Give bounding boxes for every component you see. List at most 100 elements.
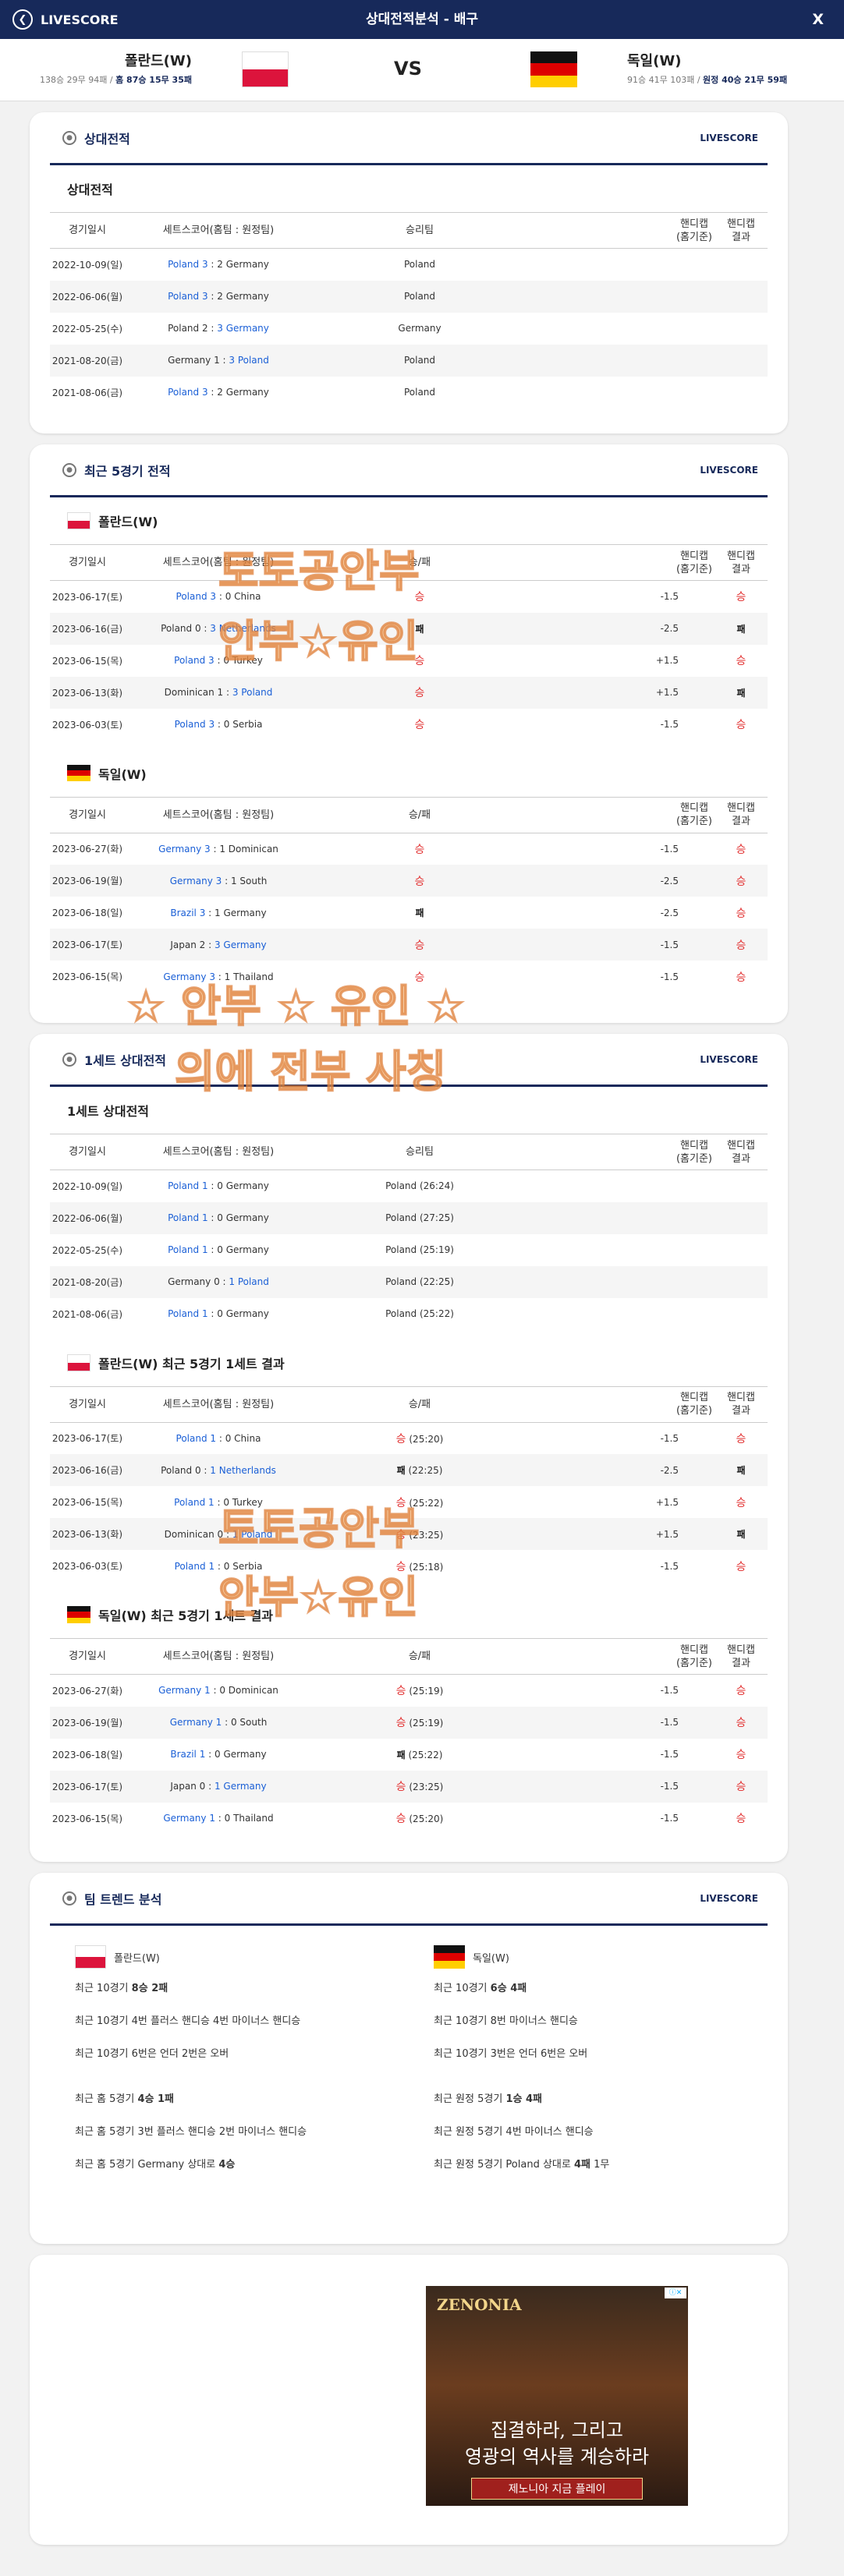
score-cell: Germany 1 : 0 Dominican — [158, 1685, 278, 1697]
trend-line: 최근 홈 5경기 3번 플러스 핸디승 2번 마이너스 핸디승 — [75, 2126, 307, 2138]
score-cell: Brazil 1 : 0 Germany — [170, 1749, 267, 1760]
win-mark: 승 — [414, 875, 425, 888]
top-bar: ❮ LIVESCORE 상대전적분석 - 배구 X — [0, 0, 844, 39]
loss-mark: 패 — [736, 1465, 746, 1476]
win-mark: 승 — [736, 655, 746, 667]
date-cell: 2022-10-09(일) — [51, 1180, 123, 1192]
table-row: 2023-06-17(토) Poland 3 : 0 China 승 -1.5 승 — [50, 581, 768, 613]
date-cell: 2021-08-06(금) — [51, 1308, 123, 1320]
section-title: 상대전적 — [67, 182, 113, 197]
date-cell: 2022-06-06(월) — [50, 1201, 125, 1234]
handicap-result-cell: 승 — [715, 1675, 768, 1707]
ad-banner[interactable]: ZENONIA ⓘ✕ 집결하라, 그리고 영광의 역사를 계승하라 제노니아 지금… — [426, 2286, 688, 2506]
date-cell: 2023-06-13(화) — [50, 676, 125, 709]
handicap-result-cell: 승 — [715, 581, 768, 613]
table-header: 경기일시 세트스코어(홈팀 : 원정팀) 승리팀 핸디캡(홈기준) 핸디캡 결과 — [50, 1134, 768, 1170]
score-cell: Poland 1 : 0 Turkey — [174, 1496, 263, 1508]
win-mark: 승 — [736, 719, 746, 731]
home-team-name: 폴란드(W) — [125, 53, 192, 69]
score-cell: Poland 3 : 2 Germany — [168, 387, 269, 398]
col-score: 세트스코어(홈팀 : 원정팀) — [125, 212, 312, 249]
col-date: 경기일시 — [50, 212, 125, 249]
away-team-record: 91승 41무 103패 / 원정 40승 21무 59패 — [627, 75, 788, 85]
win-mark: 승 — [736, 1781, 746, 1793]
result-cell: 승 — [312, 961, 527, 993]
handicap-cell — [527, 249, 715, 281]
handicap-result-cell — [715, 1170, 768, 1202]
handicap-result-cell: 승 — [715, 961, 768, 993]
win-mark: 승 — [736, 907, 746, 920]
handicap-result-cell: 승 — [715, 1739, 768, 1771]
date-cell: 2021-08-20(금) — [50, 1265, 125, 1298]
loss-mark: 패 — [415, 908, 424, 918]
result-cell: 승 — [312, 645, 527, 677]
win-mark: 승 — [395, 1781, 406, 1793]
score-cell: Japan 0 : 1 Germany — [125, 1770, 312, 1803]
handicap-cell: -1.5 — [527, 1770, 715, 1803]
score-cell: Poland 1 : 0 China — [176, 1432, 261, 1444]
result-cell: 승 (23:25) — [312, 1518, 527, 1550]
score-cell: Poland 1 : 0 Germany — [168, 1308, 269, 1319]
germany-flag-icon — [434, 1945, 465, 1969]
handicap-cell: -2.5 — [527, 865, 715, 897]
handicap-result-cell — [715, 1234, 768, 1266]
trend-columns: 폴란드(W) 최근 10경기 8승 2패 최근 10경기 4번 플러스 핸디승 4… — [50, 1926, 768, 2202]
handicap-cell: -1.5 — [527, 1706, 715, 1739]
handicap-result-cell: 승 — [715, 1706, 768, 1739]
handicap-cell — [527, 1234, 715, 1266]
handicap-result-cell — [715, 249, 768, 281]
section-title-away: 독일(W) 최근 5경기 1세트 결과 — [50, 1591, 768, 1638]
card-title: 상대전적 — [84, 131, 130, 147]
table-row: 2023-06-27(화) Germany 1 : 0 Dominican 승 (2… — [50, 1675, 768, 1707]
ad-close-icon[interactable]: ⓘ✕ — [665, 2288, 686, 2298]
handicap-result-cell: 패 — [715, 1518, 768, 1550]
trend-line: 최근 홈 5경기 4승 1패 — [75, 2093, 175, 2105]
result-cell: 패 — [312, 612, 527, 645]
result-cell: 승 (25:20) — [395, 1813, 444, 1825]
handicap-cell: -2.5 — [660, 907, 679, 918]
recent-home-table: 경기일시 세트스코어(홈팀 : 원정팀) 승/패 핸디캡(홈기준) 핸디캡 결과… — [50, 544, 768, 741]
win-mark: 승 — [414, 971, 425, 984]
table-row: 2023-06-16(금) Poland 0 : 3 Netherlands 패 -2… — [50, 612, 768, 645]
win-mark: 승 — [395, 1432, 406, 1445]
date-cell: 2023-06-19(월) — [50, 865, 125, 897]
winner-cell: Poland — [312, 344, 527, 377]
table-row: 2023-06-15(목) Germany 1 : 0 Thailand 승 (25… — [50, 1803, 768, 1835]
result-cell: 승 (25:22) — [395, 1496, 444, 1509]
date-cell: 2023-06-03(토) — [51, 1561, 123, 1572]
date-cell: 2023-06-17(토) — [51, 1433, 123, 1445]
table-row: 2021-08-06(금) Poland 3 : 2 Germany Poland — [50, 377, 768, 409]
win-mark: 승 — [736, 1560, 746, 1573]
winner-cell: Germany — [398, 323, 442, 334]
card-title: 1세트 상대전적 — [84, 1053, 167, 1068]
result-cell: 승 — [312, 676, 527, 709]
handicap-result-cell: 승 — [715, 709, 768, 741]
score-cell: Poland 3 : 2 Germany — [168, 259, 269, 271]
recent-away-table: 경기일시 세트스코어(홈팀 : 원정팀) 승/패 핸디캡(홈기준) 핸디캡 결과… — [50, 796, 768, 993]
poland-flag-icon — [67, 1353, 90, 1371]
result-cell: 패 (22:25) — [312, 1454, 527, 1486]
result-cell: 승 — [312, 929, 527, 961]
winner-cell: Poland (25:19) — [385, 1244, 454, 1255]
score-cell: Japan 2 : 3 Germany — [125, 929, 312, 961]
trend-line: 최근 원정 5경기 1승 4패 — [434, 2093, 542, 2105]
win-mark: 승 — [736, 1432, 746, 1445]
trend-card: ● 팀 트렌드 분석 LIVESCORE 폴란드(W) 최근 10경기 8승 2… — [30, 1873, 788, 2244]
date-cell: 2023-06-13(화) — [50, 1518, 125, 1550]
table-row: 2022-05-25(수) Poland 1 : 0 Germany Poland … — [50, 1234, 768, 1266]
livescore-label: LIVESCORE — [700, 464, 758, 476]
recent-card: ● 최근 5경기 전적 LIVESCORE 폴란드(W) 경기일시 세트스코어(… — [30, 444, 788, 1023]
score-cell: Poland 1 : 0 Germany — [168, 1244, 269, 1255]
set1-home-table: 경기일시 세트스코어(홈팀 : 원정팀) 승/패 핸디캡(홈기준) 핸디캡 결과… — [50, 1385, 768, 1583]
score-cell: Germany 1 : 0 Thailand — [163, 1813, 274, 1824]
trend-line: 최근 10경기 4번 플러스 핸디승 4번 마이너스 핸디승 — [75, 2015, 301, 2027]
col-handicap-result: 핸디캡 결과 — [715, 212, 768, 249]
handicap-cell: -1.5 — [660, 1685, 679, 1697]
score-cell: Poland 3 : 2 Germany — [125, 280, 312, 313]
date-cell: 2023-06-17(토) — [50, 929, 125, 961]
table-row: 2022-06-06(월) Poland 1 : 0 Germany Poland … — [50, 1201, 768, 1234]
result-cell: 승 — [312, 709, 527, 741]
ad-play-button[interactable]: 제노니아 지금 플레이 — [471, 2478, 643, 2500]
date-cell: 2022-05-25(수) — [51, 323, 123, 334]
close-button[interactable]: X — [812, 0, 824, 39]
